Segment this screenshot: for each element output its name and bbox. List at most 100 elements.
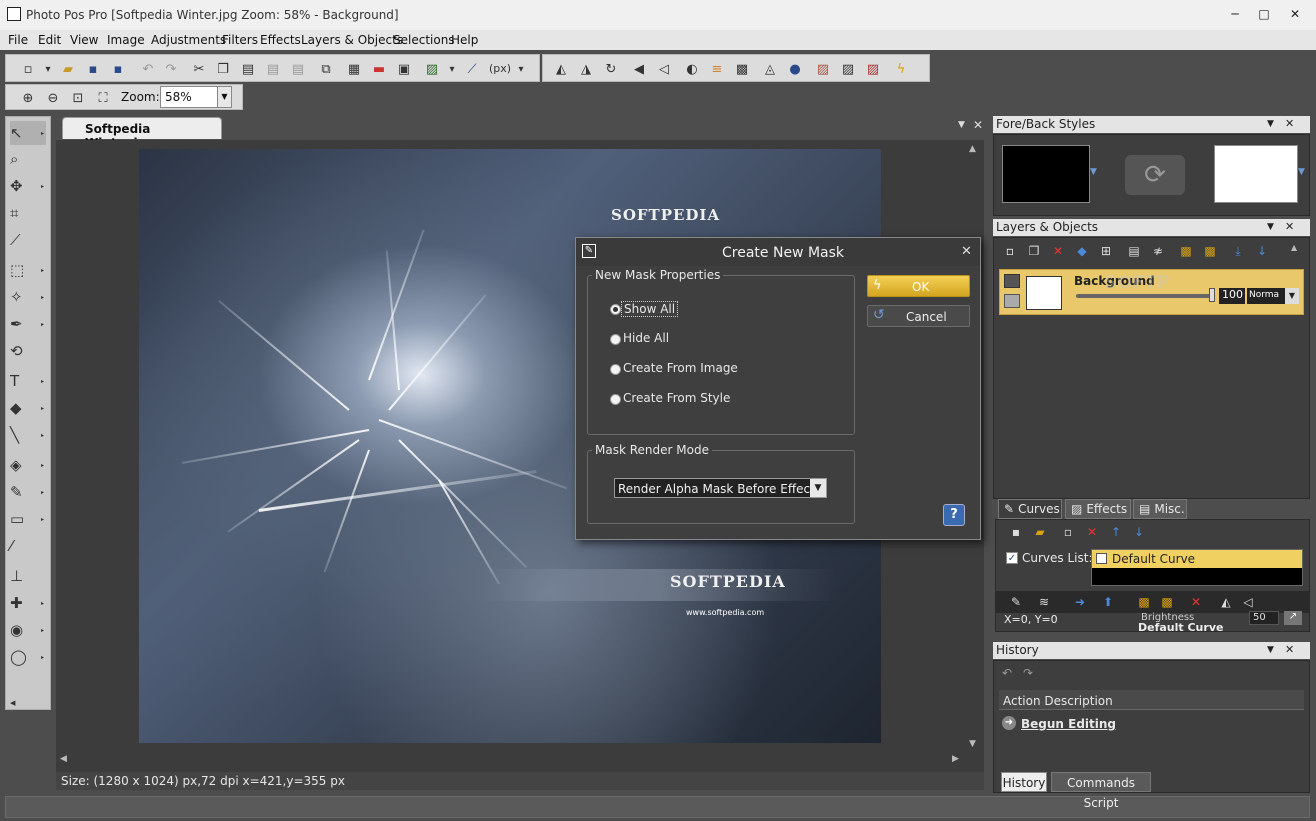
scroll-up-icon[interactable]: ▲ [969, 144, 976, 154]
cancel-button[interactable]: ↺ Cancel [867, 305, 970, 327]
image-dropdown-icon[interactable]: ▾ [442, 59, 462, 79]
menu-edit[interactable]: Edit [38, 33, 61, 47]
redo-icon[interactable]: ↷ [161, 59, 181, 79]
merge-layer-icon[interactable]: ⊞ [1098, 243, 1114, 259]
ungroup-icon[interactable]: ▩ [1202, 243, 1218, 259]
horizontal-scrollbar[interactable]: ◀ ▶ [58, 752, 964, 768]
curve-row-checkbox[interactable] [1096, 553, 1107, 564]
magic-wand-tool-icon[interactable]: ✧ ▸ [10, 285, 46, 309]
foreground-swatch[interactable] [1002, 145, 1090, 203]
scroll-down-icon[interactable]: ▼ [969, 739, 976, 749]
photo-frame-icon[interactable]: ▨ [838, 59, 858, 79]
scroll-right-arrow-icon[interactable]: ▶ [952, 754, 959, 764]
layer-unlink-icon[interactable]: ≉ [1150, 243, 1166, 259]
tab-document[interactable]: Softpedia Winter.jpg [62, 117, 222, 150]
opacity-value[interactable]: 100 [1219, 288, 1245, 304]
curves-save-icon[interactable]: ▪ [1008, 524, 1024, 540]
tab-menu-icon[interactable]: ▼ [958, 120, 965, 130]
zoom-select[interactable]: 58% ▼ [160, 86, 232, 108]
tab-effects[interactable]: ▨ Effects [1065, 499, 1131, 519]
curve-delete-icon[interactable]: ✕ [1188, 594, 1204, 610]
chevron-down-icon[interactable]: ▼ [217, 87, 231, 107]
radio-hide-all[interactable] [610, 334, 621, 345]
curve-edit-icon[interactable]: ✎ [1008, 594, 1024, 610]
layers-menu-icon[interactable]: ▼ [1267, 222, 1274, 232]
fill-tool-icon[interactable]: ◈ ▸ [10, 453, 46, 477]
duplicate-layer-icon[interactable]: ❐ [1026, 243, 1042, 259]
open-icon[interactable]: ▰ [58, 59, 78, 79]
undo-icon[interactable]: ↶ [138, 59, 158, 79]
water-drop-icon[interactable]: ● [785, 59, 805, 79]
selection-tool-icon[interactable]: ⬚ ▸ [10, 258, 46, 282]
zoom-out-icon[interactable]: ⊖ [43, 88, 63, 108]
curve-paste-icon[interactable]: ▩ [1159, 594, 1175, 610]
radio-create-from-style[interactable] [610, 394, 621, 405]
curves-open-icon[interactable]: ▰ [1032, 524, 1048, 540]
mirror-back-icon[interactable]: ◁ [654, 59, 674, 79]
flip-horizontal-icon[interactable]: ◭ [551, 59, 571, 79]
curve-style-icon[interactable]: ≋ [1036, 594, 1052, 610]
render-mode-select[interactable]: Render Alpha Mask Before Effects ▼ [614, 478, 827, 498]
paste-icon[interactable]: ▤ [238, 59, 258, 79]
help-button[interactable]: ? [943, 504, 965, 526]
curve-flip-icon[interactable]: ◭ [1218, 594, 1234, 610]
red-eye-tool-icon[interactable]: ◉ ▸ [10, 618, 46, 642]
close-button[interactable]: ✕ [1286, 6, 1304, 22]
maximize-button[interactable]: □ [1255, 6, 1273, 22]
zoom-tool-icon[interactable]: ⌕ [10, 147, 46, 171]
layers-close-icon[interactable]: ✕ [1285, 220, 1294, 233]
pen-tool-icon[interactable]: ✒ ▸ [10, 312, 46, 336]
menu-image[interactable]: Image [107, 33, 145, 47]
radio-create-from-image[interactable] [610, 364, 621, 375]
units-label[interactable]: (px) [489, 62, 511, 75]
tab-misc[interactable]: ▤ Misc. [1133, 499, 1187, 519]
image-icon[interactable]: ▨ [422, 59, 442, 79]
straighten-tool-icon[interactable]: ⟋ [10, 228, 46, 252]
radio-show-all[interactable] [610, 304, 621, 315]
panel-close-icon[interactable]: ✕ [1285, 117, 1294, 130]
curves-list[interactable]: Default Curve [1091, 549, 1303, 586]
curves-delete-icon[interactable]: ✕ [1084, 524, 1100, 540]
copy-icon[interactable]: ❐ [213, 59, 233, 79]
tab-history[interactable]: History [1001, 772, 1047, 792]
label-create-from-style[interactable]: Create From Style [623, 391, 730, 405]
photo-red-icon[interactable]: ▨ [863, 59, 883, 79]
speech-bubble-tool-icon[interactable]: ◯ ▸ [10, 645, 46, 669]
swap-colors-icon[interactable]: ⟳ [1125, 155, 1185, 195]
paste-special-icon[interactable]: ▤ [263, 59, 283, 79]
eyedropper-tool-icon[interactable]: ⁄ [10, 534, 46, 558]
curves-new-icon[interactable]: ▫ [1060, 524, 1076, 540]
units-dropdown-icon[interactable]: ▾ [511, 59, 531, 79]
color-bars-icon[interactable]: ≡ [707, 59, 727, 79]
curve-row-selected[interactable]: Default Curve [1092, 550, 1302, 568]
brush-tool-icon[interactable]: ✎ ▸ [10, 480, 46, 504]
paste-new-icon[interactable]: ▤ [288, 59, 308, 79]
background-swatch[interactable] [1214, 145, 1298, 203]
curve-mirror-icon[interactable]: ◁ [1240, 594, 1256, 610]
history-item[interactable]: Begun Editing [1021, 717, 1116, 731]
rotate-icon[interactable]: ↻ [601, 59, 621, 79]
history-redo-icon[interactable]: ↷ [1020, 665, 1036, 681]
label-create-from-image[interactable]: Create From Image [623, 361, 738, 375]
eraser-tool-icon[interactable]: ▭ ▸ [10, 507, 46, 531]
guides-icon[interactable]: ▣ [394, 59, 414, 79]
history-undo-icon[interactable]: ↶ [999, 665, 1015, 681]
color-balance-icon[interactable]: ▩ [732, 59, 752, 79]
menu-filters[interactable]: Filters [222, 33, 258, 47]
scroll-left-arrow-icon[interactable]: ◀ [60, 754, 67, 764]
layer-lock-icon[interactable] [1004, 294, 1020, 308]
view-image-icon[interactable]: ⧉ [316, 59, 336, 79]
drop-icon[interactable]: ◬ [760, 59, 780, 79]
back-arrow-icon[interactable]: ▼ [1298, 167, 1305, 177]
transform-tool-icon[interactable]: ⟲ [10, 339, 46, 363]
layer-visibility-icon[interactable] [1004, 274, 1020, 288]
minimize-button[interactable]: ─ [1226, 6, 1244, 22]
blend-chevron-icon[interactable]: ▼ [1285, 288, 1299, 304]
pointer-tool-icon[interactable]: ↖ ▸ [10, 121, 46, 145]
mirror-icon[interactable]: ◀ [629, 59, 649, 79]
measure-icon[interactable]: ⟋ [462, 59, 482, 79]
healing-tool-icon[interactable]: ✚ ▸ [10, 591, 46, 615]
line-tool-icon[interactable]: ╲ ▸ [10, 423, 46, 447]
curve-next-icon[interactable]: ➜ [1072, 594, 1088, 610]
layers-scroll-up-icon[interactable]: ▲ [1291, 243, 1297, 252]
